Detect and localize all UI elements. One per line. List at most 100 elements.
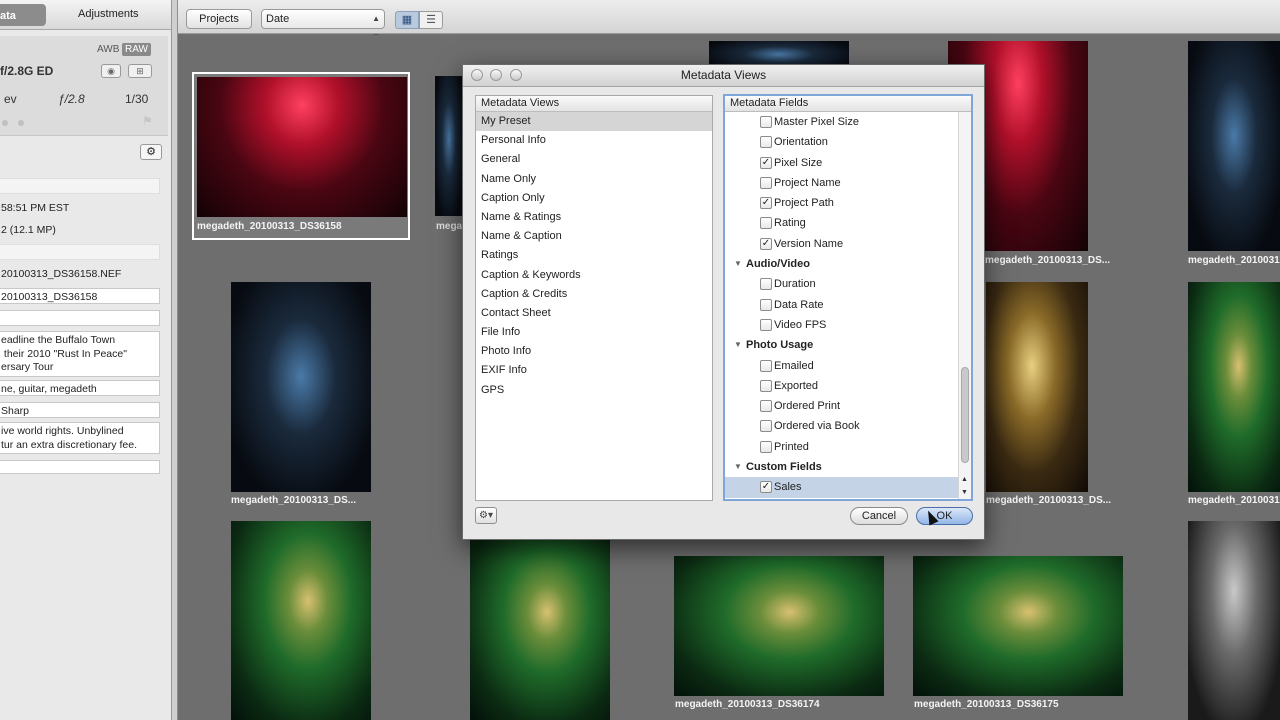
checkbox[interactable]	[760, 298, 772, 311]
field-row[interactable]: Emailed	[725, 356, 958, 376]
field-row[interactable]: ✓ Pixel Size	[725, 153, 958, 173]
field-row[interactable]: ✓ Project Path	[725, 193, 958, 213]
view-item[interactable]: Name & Caption	[476, 227, 712, 246]
scroll-down-icon[interactable]: ▼	[961, 489, 968, 496]
fields-scrollbar[interactable]: ▲ ▼	[958, 112, 971, 499]
photo-thumbnail[interactable]: megadeth_20100313_DS...	[986, 282, 1111, 514]
checkbox[interactable]	[760, 440, 772, 453]
checkbox[interactable]	[760, 176, 772, 189]
disclosure-triangle-icon[interactable]: ▼	[734, 457, 742, 477]
checkbox[interactable]	[760, 379, 772, 392]
checkbox[interactable]	[760, 400, 772, 413]
photo-thumbnail[interactable]: megadeth_20100313_DS36158	[192, 72, 410, 240]
photo-caption: megadeth_20100313_DS...	[986, 495, 1112, 506]
view-item[interactable]: Caption Only	[476, 189, 712, 208]
view-item[interactable]: GPS	[476, 381, 712, 400]
checkbox[interactable]	[760, 136, 772, 149]
field-row[interactable]: Exported	[725, 376, 958, 396]
projects-button[interactable]: Projects	[186, 9, 252, 29]
view-item[interactable]: My Preset	[476, 112, 712, 132]
list-view-icon[interactable]: ☰	[419, 11, 443, 29]
tab-adjustments[interactable]: Adjustments	[78, 8, 139, 20]
field-row[interactable]: ✓ Version Name	[725, 234, 958, 254]
checkbox-checked[interactable]: ✓	[760, 237, 772, 250]
keywords-field[interactable]: ne, guitar, megadeth	[0, 380, 160, 396]
scrollbar-thumb[interactable]	[961, 367, 969, 463]
metadata-field[interactable]	[0, 310, 160, 326]
photo-thumbnail[interactable]: megadeth_20100313_DS...	[231, 282, 371, 514]
field-label: Duration	[774, 278, 816, 291]
scroll-up-icon[interactable]: ▲	[961, 476, 968, 483]
view-item[interactable]: Photo Info	[476, 342, 712, 361]
checkbox[interactable]	[760, 359, 772, 372]
focus-icon[interactable]: ⊞	[128, 64, 152, 78]
view-item[interactable]: Name & Ratings	[476, 208, 712, 227]
field-group[interactable]: ▼ Audio/Video	[725, 254, 958, 274]
version-name-field[interactable]: 20100313_DS36158	[0, 288, 160, 304]
views-header: Metadata Views	[476, 96, 712, 112]
field-label: Ordered via Book	[774, 420, 860, 433]
credit-field[interactable]: Sharp	[0, 402, 160, 418]
tab-metadata[interactable]: ata	[0, 4, 46, 26]
checkbox[interactable]	[760, 278, 772, 291]
photo-thumbnail[interactable]: megadeth_20100313_DS36174	[674, 556, 884, 720]
checkbox[interactable]	[760, 116, 772, 128]
photo-thumbnail[interactable]	[470, 540, 610, 720]
rating-dot[interactable]	[2, 120, 8, 126]
checkbox[interactable]	[760, 420, 772, 433]
gear-icon[interactable]: ⚙	[140, 144, 162, 160]
field-row[interactable]: ✓ Sales	[725, 477, 958, 498]
field-group[interactable]: ▼ Photo Usage	[725, 335, 958, 355]
field-row[interactable]: Ordered Print	[725, 396, 958, 416]
awb-badge: AWB	[97, 44, 120, 55]
sort-select[interactable]: Date ▲▼	[261, 9, 385, 41]
gear-icon[interactable]: ⚙▾	[475, 507, 497, 524]
field-row[interactable]: Duration	[725, 274, 958, 294]
field-row[interactable]: Printed	[725, 437, 958, 457]
photo-thumbnail[interactable]	[231, 521, 371, 720]
view-item[interactable]: General	[476, 150, 712, 169]
photo-thumbnail[interactable]: megadeth_20100313	[1188, 41, 1280, 273]
view-item[interactable]: Ratings	[476, 246, 712, 265]
field-group[interactable]: ▼ Custom Fields	[725, 457, 958, 477]
field-row[interactable]: Project Name	[725, 173, 958, 193]
rights-field[interactable]: ive world rights. Unbylined tur an extra…	[0, 422, 160, 454]
view-item[interactable]: EXIF Info	[476, 361, 712, 380]
view-item[interactable]: Personal Info	[476, 131, 712, 150]
zoom-icon[interactable]	[510, 69, 522, 81]
cancel-button[interactable]: Cancel	[850, 507, 908, 525]
checkbox-checked[interactable]: ✓	[760, 197, 772, 210]
metadata-pixel-size: 2 (12.1 MP)	[1, 224, 56, 236]
view-item[interactable]: File Info	[476, 323, 712, 342]
close-icon[interactable]	[471, 69, 483, 81]
rating-dot[interactable]	[18, 120, 24, 126]
dialog-title: Metadata Views	[680, 68, 767, 82]
view-item[interactable]: Caption & Credits	[476, 285, 712, 304]
field-row[interactable]: Video FPS	[725, 315, 958, 335]
photo-thumbnail[interactable]: megadeth_20100313_DS36175	[913, 556, 1123, 720]
disclosure-triangle-icon[interactable]: ▼	[734, 254, 742, 274]
checkbox-checked[interactable]: ✓	[760, 481, 772, 494]
view-item[interactable]: Name Only	[476, 170, 712, 189]
metering-icon[interactable]: ◉	[101, 64, 121, 78]
minimize-icon[interactable]	[490, 69, 502, 81]
photo-thumbnail[interactable]: megadeth_	[435, 76, 489, 236]
checkbox-checked[interactable]: ✓	[760, 156, 772, 169]
caption-field[interactable]: eadline the Buffalo Town their 2010 "Rus…	[0, 331, 160, 377]
field-row[interactable]: Data Rate	[725, 295, 958, 315]
photo-image	[1188, 282, 1280, 492]
field-row[interactable]: Ordered via Book	[725, 416, 958, 436]
field-row[interactable]: Orientation	[725, 132, 958, 152]
view-item[interactable]: Caption & Keywords	[476, 266, 712, 285]
checkbox[interactable]	[760, 318, 772, 331]
metadata-field[interactable]	[0, 460, 160, 474]
flag-icon[interactable]: ⚑	[142, 114, 153, 128]
grid-view-icon[interactable]: ▦	[395, 11, 419, 29]
checkbox[interactable]	[760, 217, 772, 230]
photo-thumbnail[interactable]	[1188, 521, 1280, 720]
disclosure-triangle-icon[interactable]: ▼	[734, 335, 742, 355]
photo-thumbnail[interactable]: megadeth_20100313	[1188, 282, 1280, 514]
field-row[interactable]: Master Pixel Size	[725, 112, 958, 132]
field-row[interactable]: Rating	[725, 213, 958, 233]
view-item[interactable]: Contact Sheet	[476, 304, 712, 323]
